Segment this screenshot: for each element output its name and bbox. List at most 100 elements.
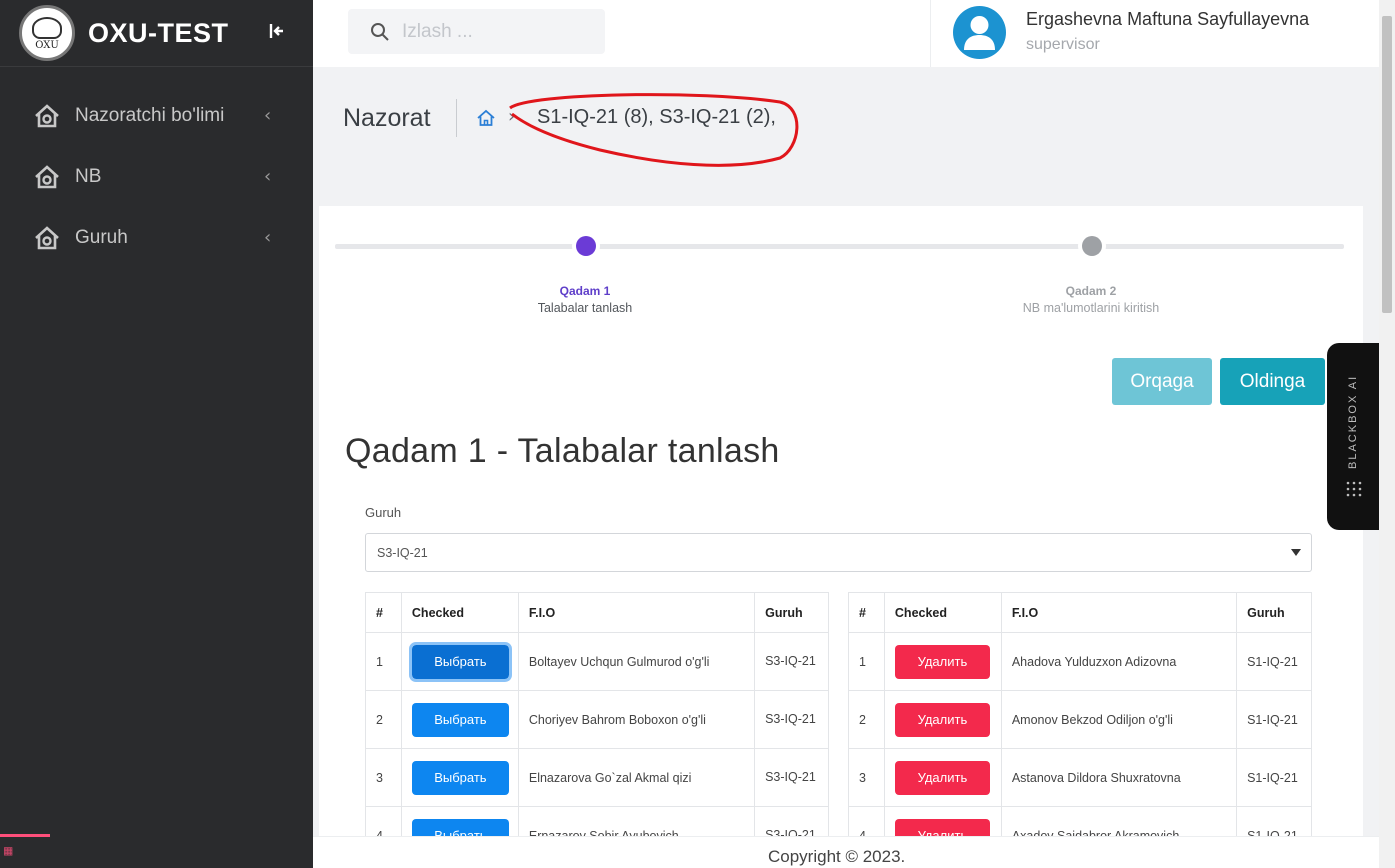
student-group: S3-IQ-21: [754, 748, 829, 807]
brand-logo: OXU: [19, 5, 75, 61]
student-name: Choriyev Bahrom Boboxon o'g'li: [517, 690, 756, 749]
page-title: Nazorat: [343, 104, 431, 132]
search-icon: [371, 22, 389, 41]
column-header: F.I.O: [517, 592, 756, 633]
sidebar-item-label: Nazoratchi bo'limi: [75, 104, 225, 126]
student-name: Ahadova Yulduzxon Adizovna: [1000, 632, 1238, 691]
next-button[interactable]: Oldinga: [1220, 358, 1325, 405]
sidebar-nav: Nazoratchi bo'limi ‹ NB ‹ Guruh ‹: [0, 85, 313, 268]
select-button[interactable]: Выбрать: [411, 760, 509, 795]
student-group: S1-IQ-21: [1236, 632, 1312, 691]
group-select-value: S3-IQ-21: [377, 545, 428, 560]
student-name: Elnazarova Go`zal Akmal qizi: [517, 748, 756, 807]
home-icon: [35, 103, 59, 127]
step-1-subtitle: Talabalar tanlash: [537, 301, 633, 315]
column-header: Guruh: [754, 592, 829, 633]
sidebar-item-label: NB: [75, 165, 102, 187]
column-header: #: [848, 592, 885, 633]
copyright: Copyright © 2023.: [768, 847, 906, 866]
table-row: 1 Выбрать Boltayev Uchqun Gulmurod o'g'l…: [365, 632, 829, 691]
chevron-left-icon: ‹: [264, 166, 272, 187]
selected-students-table: # Checked F.I.O Guruh 1 Удалить Ahadova …: [848, 592, 1312, 865]
back-button[interactable]: Orqaga: [1112, 358, 1212, 405]
row-number: 3: [848, 748, 885, 807]
blackbox-ai-label: BLACKBOX AI: [1347, 374, 1359, 470]
step-2-subtitle: NB ma'lumotlarini kiritish: [1022, 301, 1160, 315]
select-button[interactable]: Выбрать: [408, 641, 512, 682]
table-row: 2 Выбрать Choriyev Bahrom Boboxon o'g'li…: [365, 690, 829, 749]
select-cell: Выбрать: [400, 748, 519, 807]
scrollbar-thumb[interactable]: [1382, 16, 1392, 313]
column-header: Checked: [883, 592, 1002, 633]
collapse-sidebar-icon[interactable]: [266, 19, 290, 43]
divider: [930, 0, 931, 67]
column-header: F.I.O: [1000, 592, 1238, 633]
globe-icon: [32, 17, 62, 39]
section-title: Qadam 1 - Talabalar tanlash: [345, 432, 780, 470]
table-row: 2 Удалить Amonov Bekzod Odiljon o'g'li S…: [848, 690, 1312, 749]
row-number: 3: [365, 748, 402, 807]
table-row: 3 Удалить Astanova Dildora Shuxratovna S…: [848, 748, 1312, 807]
row-number: 1: [848, 632, 885, 691]
blackbox-dots-icon: [1346, 481, 1362, 497]
group-select-label: Guruh: [365, 505, 402, 520]
table-row: 1 Удалить Ahadova Yulduzxon Adizovna S1-…: [848, 632, 1312, 691]
delete-cell: Удалить: [883, 632, 1002, 691]
stepper-track: [335, 244, 1344, 249]
sidebar-item-guruh[interactable]: Guruh ‹: [0, 207, 313, 268]
column-header: Checked: [400, 592, 519, 633]
step-1-title: Qadam 1: [559, 284, 611, 298]
divider: [456, 99, 457, 137]
topbar: Ergashevna Maftuna Sayfullayevna supervi…: [313, 0, 1379, 67]
home-icon: [35, 164, 59, 188]
row-number: 1: [365, 632, 402, 691]
sidebar: OXU OXU-TEST Nazoratchi bo'limi ‹ NB ‹ G…: [0, 0, 313, 868]
column-header: Guruh: [1236, 592, 1312, 633]
chevron-left-icon: ‹: [264, 227, 272, 248]
row-number: 2: [365, 690, 402, 749]
caret-down-icon: [1291, 549, 1301, 556]
column-header: #: [365, 592, 402, 633]
student-group: S1-IQ-21: [1236, 690, 1312, 749]
user-name: Ergashevna Maftuna Sayfullayevna: [1026, 9, 1310, 29]
available-students-table: # Checked F.I.O Guruh 1 Выбрать Boltayev…: [365, 592, 829, 865]
select-button[interactable]: Выбрать: [411, 702, 509, 737]
step-2-title: Qadam 2: [1065, 284, 1117, 298]
user-icon: [964, 16, 995, 50]
search-box[interactable]: [348, 9, 605, 54]
home-icon: [35, 225, 59, 249]
student-group: S3-IQ-21: [754, 632, 829, 691]
student-name: Astanova Dildora Shuxratovna: [1000, 748, 1238, 807]
select-cell: Выбрать: [400, 632, 519, 691]
step-2-indicator[interactable]: [1082, 236, 1102, 256]
delete-cell: Удалить: [883, 690, 1002, 749]
student-name: Boltayev Uchqun Gulmurod o'g'li: [517, 632, 756, 691]
accent-bar: [0, 834, 50, 837]
table-row: 3 Выбрать Elnazarova Go`zal Akmal qizi S…: [365, 748, 829, 807]
group-select[interactable]: S3-IQ-21: [365, 533, 1312, 572]
sidebar-item-nb[interactable]: NB ‹: [0, 146, 313, 207]
student-group: S3-IQ-21: [754, 690, 829, 749]
delete-button[interactable]: Удалить: [894, 702, 990, 737]
sidebar-item-label: Guruh: [75, 226, 128, 248]
breadcrumb-home-icon[interactable]: [476, 108, 496, 128]
chevron-left-icon: ‹: [264, 105, 272, 126]
app-mark-icon: ▦: [4, 843, 13, 859]
student-group: S1-IQ-21: [1236, 748, 1312, 807]
annotation-circle: [509, 93, 799, 167]
sidebar-item-nazoratchi[interactable]: Nazoratchi bo'limi ‹: [0, 85, 313, 146]
step-1-indicator[interactable]: [576, 236, 596, 256]
row-number: 2: [848, 690, 885, 749]
user-role: supervisor: [1026, 36, 1100, 53]
avatar[interactable]: [953, 6, 1006, 59]
footer: Copyright © 2023.: [313, 836, 1379, 868]
delete-button[interactable]: Удалить: [894, 644, 990, 679]
logo-text: OXU: [35, 40, 59, 51]
delete-cell: Удалить: [883, 748, 1002, 807]
scrollbar[interactable]: [1379, 0, 1395, 868]
student-name: Amonov Bekzod Odiljon o'g'li: [1000, 690, 1238, 749]
delete-button[interactable]: Удалить: [894, 760, 990, 795]
select-cell: Выбрать: [400, 690, 519, 749]
search-input[interactable]: [402, 20, 602, 43]
brand-name: OXU-TEST: [88, 17, 229, 48]
